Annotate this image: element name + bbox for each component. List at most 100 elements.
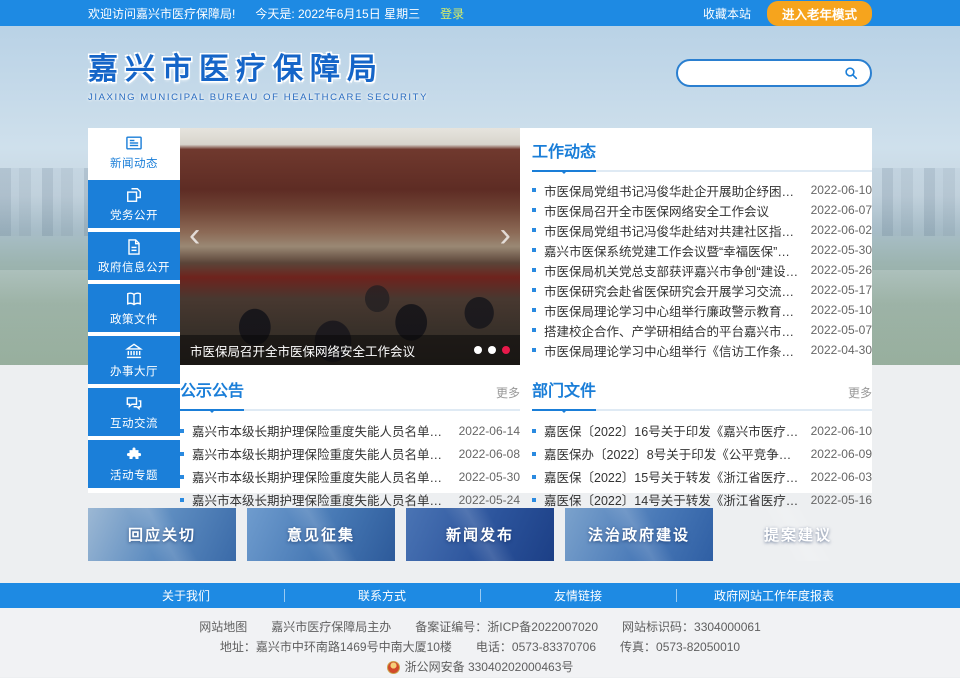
banner-label: 回应关切	[128, 524, 196, 545]
news-item-title: 市医保局理论学习中心组举行《信访工作条例》专题...	[544, 341, 801, 360]
news-item-title: 搭建校企合作、产学研相结合的平台嘉兴市长期护理...	[544, 321, 801, 340]
site-title: 嘉兴市医疗保障局	[88, 44, 428, 88]
bullet-icon	[532, 228, 536, 232]
sidebar-item[interactable]: 办事大厅	[88, 336, 180, 384]
footer-info: 网站地图嘉兴市医疗保障局主办备案证编号：浙ICP备2022007020网站标识码…	[0, 608, 960, 677]
footer-nav-link[interactable]: 友情链接	[480, 583, 676, 608]
dept-file-item[interactable]: 嘉医保〔2022〕16号关于印发《嘉兴市医疗保... 2022-06-10	[532, 419, 872, 442]
sidebar-item[interactable]: 党务公开	[88, 180, 180, 228]
news-item-title: 市医保局党组书记冯俊华赴企开展助企纾困活动	[544, 181, 801, 200]
carousel-caption[interactable]: 市医保局召开全市医保网络安全工作会议	[190, 341, 466, 360]
notices-more-link[interactable]: 更多	[496, 384, 520, 409]
carousel-photo	[180, 128, 520, 365]
news-item[interactable]: 市医保局党组书记冯俊华赴企开展助企纾困活动 2022-06-10	[532, 180, 872, 200]
puzzle-icon	[124, 445, 144, 465]
news-item-title: 市医保局理论学习中心组举行廉政警示教育专题学习...	[544, 301, 801, 320]
banner-label: 法治政府建设	[588, 524, 690, 545]
quick-link-banner[interactable]: 回应关切	[88, 508, 236, 561]
footer-nav-bar: 关于我们联系方式友情链接政府网站工作年度报表	[0, 583, 960, 608]
sidebar-item[interactable]: 新闻动态	[88, 128, 180, 176]
footer-text: 网站标识码：3304000061	[622, 617, 761, 637]
news-item[interactable]: 市医保局理论学习中心组举行廉政警示教育专题学习... 2022-05-10	[532, 300, 872, 320]
site-subtitle: JIAXING MUNICIPAL BUREAU OF HEALTHCARE S…	[88, 92, 428, 103]
notice-item[interactable]: 嘉兴市本级长期护理保险重度失能人员名单公示（2... 2022-05-30	[180, 465, 520, 488]
footer-text: 地址：嘉兴市中环南路1469号中南大厦10楼	[220, 637, 452, 657]
section-dept-files: 部门文件 更多 嘉医保〔2022〕16号关于印发《嘉兴市医疗保... 2022-…	[532, 377, 872, 511]
news-item-title: 市医保局机关党总支部获评嘉兴市争创“建设清廉机...	[544, 261, 801, 280]
dept-files-more-link[interactable]: 更多	[848, 384, 872, 409]
site-logo[interactable]: 嘉兴市医疗保障局 JIAXING MUNICIPAL BUREAU OF HEA…	[88, 44, 428, 103]
footer-text: 嘉兴市医疗保障局主办	[271, 617, 391, 637]
footer-nav-link[interactable]: 政府网站工作年度报表	[676, 583, 872, 608]
notices-title[interactable]: 公示公告	[180, 377, 244, 411]
footer-line-1: 网站地图嘉兴市医疗保障局主办备案证编号：浙ICP备2022007020网站标识码…	[0, 617, 960, 637]
dept-file-item-date: 2022-06-10	[811, 424, 872, 438]
footer-nav-link[interactable]: 关于我们	[88, 583, 284, 608]
news-item[interactable]: 市医保研究会赴省医保研究会开展学习交流活动 2022-05-17	[532, 280, 872, 300]
sidebar-item[interactable]: 互动交流	[88, 388, 180, 436]
notice-item[interactable]: 嘉兴市本级长期护理保险重度失能人员名单公示（2... 2022-06-08	[180, 442, 520, 465]
sidebar-item[interactable]: 政府信息公开	[88, 232, 180, 280]
dept-file-item-title: 嘉医保〔2022〕16号关于印发《嘉兴市医疗保...	[544, 421, 801, 440]
news-item[interactable]: 搭建校企合作、产学研相结合的平台嘉兴市长期护理... 2022-05-07	[532, 320, 872, 340]
quick-link-banners: 回应关切 意见征集 新闻发布 法治政府建设 提案建议	[88, 508, 872, 561]
search-box[interactable]	[676, 59, 872, 87]
sidebar-item-label: 活动专题	[110, 467, 158, 483]
dept-files-title[interactable]: 部门文件	[532, 377, 596, 411]
favorite-site-link[interactable]: 收藏本站	[703, 5, 751, 22]
elder-mode-button[interactable]: 进入老年模式	[767, 1, 872, 26]
dept-file-item-date: 2022-05-16	[811, 493, 872, 507]
quick-link-banner[interactable]: 提案建议	[724, 508, 872, 561]
bullet-icon	[532, 248, 536, 252]
footer-line-3: 浙公网安备 33040202000463号	[0, 657, 960, 677]
notice-item[interactable]: 嘉兴市本级长期护理保险重度失能人员名单公示（2... 2022-06-14	[180, 419, 520, 442]
carousel-dot[interactable]	[474, 346, 482, 354]
bullet-icon	[532, 429, 536, 433]
footer-text: 传真：0573-82050010	[620, 637, 740, 657]
quick-link-banner[interactable]: 法治政府建设	[565, 508, 713, 561]
footer-text: 备案证编号：浙ICP备2022007020	[415, 617, 598, 637]
news-item[interactable]: 市医保局党组书记冯俊华赴结对共建社区指导全国文... 2022-06-02	[532, 220, 872, 240]
bullet-icon	[180, 498, 184, 502]
carousel-dots	[474, 346, 510, 354]
news-item[interactable]: 市医保局理论学习中心组举行《信访工作条例》专题... 2022-04-30	[532, 340, 872, 360]
book-icon	[124, 289, 144, 309]
login-link[interactable]: 登录	[440, 5, 464, 22]
page: 欢迎访问嘉兴市医疗保障局! 今天是: 2022年6月15日 星期三 登录 收藏本…	[0, 0, 960, 678]
newspaper-icon	[124, 133, 144, 153]
dept-file-item[interactable]: 嘉医保办〔2022〕8号关于印发《公平竞争审查... 2022-06-09	[532, 442, 872, 465]
sidebar-item-label: 党务公开	[110, 207, 158, 223]
news-item[interactable]: 市医保局召开全市医保网络安全工作会议 2022-06-07	[532, 200, 872, 220]
dept-file-item[interactable]: 嘉医保〔2022〕15号关于转发《浙江省医疗保... 2022-06-03	[532, 465, 872, 488]
news-item[interactable]: 市医保局机关党总支部获评嘉兴市争创“建设清廉机... 2022-05-26	[532, 260, 872, 280]
chat-icon	[124, 393, 144, 413]
quick-link-banner[interactable]: 意见征集	[247, 508, 395, 561]
news-item[interactable]: 嘉兴市医保系统党建工作会议暨“幸福医保”党建联... 2022-05-30	[532, 240, 872, 260]
work-news-title[interactable]: 工作动态	[532, 138, 596, 172]
notice-item-title: 嘉兴市本级长期护理保险重度失能人员名单公示（2...	[192, 421, 449, 440]
news-item-date: 2022-05-17	[811, 283, 872, 297]
section-work-news: 工作动态 市医保局党组书记冯俊华赴企开展助企纾困活动 2022-06-10	[532, 128, 872, 365]
search-icon[interactable]	[843, 65, 859, 81]
notice-item-date: 2022-05-30	[459, 470, 520, 484]
carousel-next-icon[interactable]	[500, 218, 511, 252]
news-item-date: 2022-04-30	[811, 343, 872, 357]
footer-nav-link[interactable]: 联系方式	[284, 583, 480, 608]
search-input[interactable]	[689, 66, 843, 80]
carousel-dot[interactable]	[488, 346, 496, 354]
news-item-title: 市医保局党组书记冯俊华赴结对共建社区指导全国文...	[544, 221, 801, 240]
sidebar-item[interactable]: 政策文件	[88, 284, 180, 332]
quick-link-banner[interactable]: 新闻发布	[406, 508, 554, 561]
sidebar-item[interactable]: 活动专题	[88, 440, 180, 488]
bullet-icon	[532, 308, 536, 312]
carousel-dot[interactable]	[502, 346, 510, 354]
copy-icon	[124, 185, 144, 205]
news-carousel[interactable]: 市医保局召开全市医保网络安全工作会议	[180, 128, 520, 365]
bullet-icon	[180, 475, 184, 479]
carousel-prev-icon[interactable]	[189, 218, 200, 252]
dept-file-item-title: 嘉医保〔2022〕15号关于转发《浙江省医疗保...	[544, 467, 801, 486]
work-news-list: 市医保局党组书记冯俊华赴企开展助企纾困活动 2022-06-10 市医保局召开全…	[532, 180, 872, 360]
sidebar-item-label: 政府信息公开	[98, 259, 170, 275]
bullet-icon	[532, 452, 536, 456]
main-content: 新闻动态 党务公开 政府信息公开 政策文件	[88, 128, 872, 493]
